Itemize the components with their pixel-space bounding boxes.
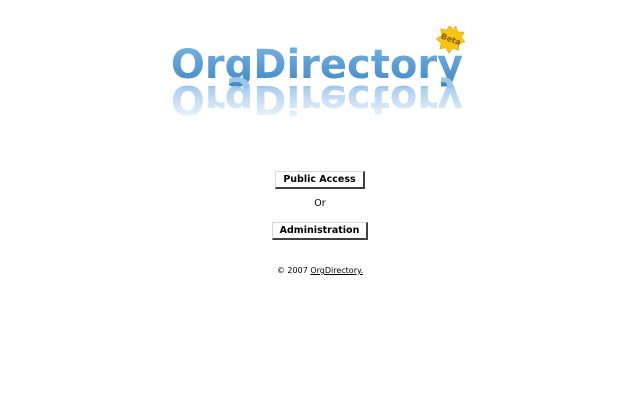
footer: © 2007 OrgDirectory.	[0, 266, 640, 276]
orgdirectory-logo: OrgDirectory OrgDirectory Beta	[0, 26, 640, 126]
administration-button[interactable]: Administration	[271, 222, 369, 240]
or-separator: Or	[314, 198, 326, 209]
entry-actions: Public Access Or Administration	[0, 167, 640, 240]
orgdirectory-link[interactable]: OrgDirectory.	[310, 266, 363, 275]
public-access-button[interactable]: Public Access	[275, 171, 365, 189]
copyright-text: © 2007	[276, 266, 308, 275]
